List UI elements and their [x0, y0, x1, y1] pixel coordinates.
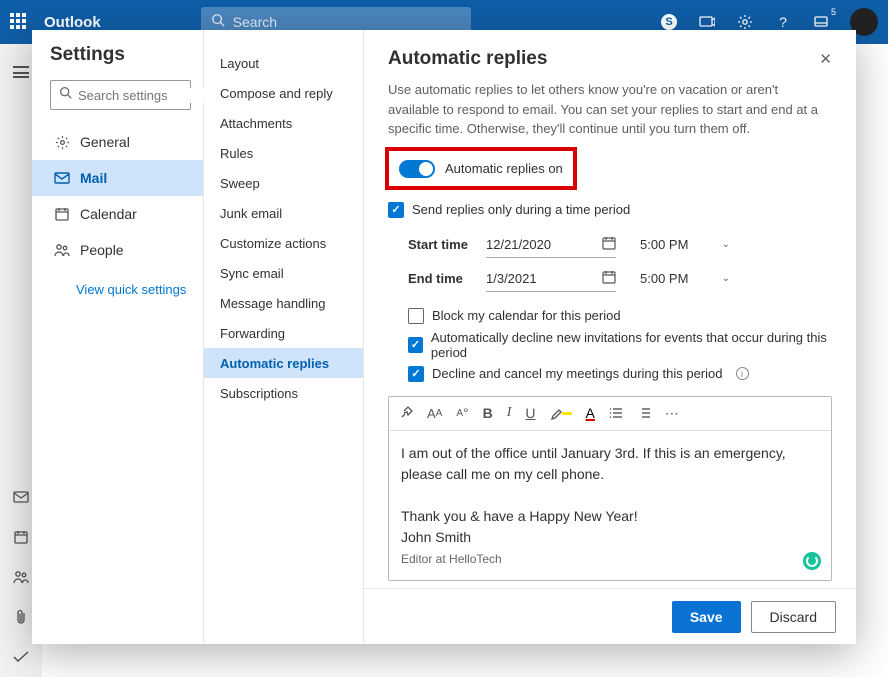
bullets-button[interactable] — [609, 407, 623, 419]
subnav-handling[interactable]: Message handling — [204, 288, 363, 318]
numbered-button[interactable] — [637, 407, 651, 419]
panel-footer: Save Discard — [364, 588, 856, 644]
editor-body[interactable]: I am out of the office until January 3rd… — [389, 431, 831, 580]
nav-mail-label: Mail — [80, 170, 107, 186]
end-date-field[interactable]: 1/3/2021 — [486, 266, 616, 292]
subnav-forwarding[interactable]: Forwarding — [204, 318, 363, 348]
settings-search[interactable] — [50, 80, 191, 110]
notifications-icon[interactable]: 5 — [812, 13, 830, 31]
message-signature: Editor at HelloTech — [401, 550, 819, 568]
message-name: John Smith — [401, 529, 471, 545]
pin-icon[interactable] — [399, 406, 413, 420]
search-icon — [59, 86, 72, 104]
nav-general-label: General — [80, 134, 130, 150]
subnav-subscriptions[interactable]: Subscriptions — [204, 378, 363, 408]
subnav-layout[interactable]: Layout — [204, 48, 363, 78]
time-period-checkbox[interactable] — [388, 202, 404, 218]
settings-nav: Settings General Mail Calendar — [32, 30, 204, 644]
start-time-label: Start time — [408, 237, 474, 252]
settings-title: Settings — [50, 44, 191, 66]
nav-people[interactable]: People — [32, 232, 203, 268]
panel-description: Use automatic replies to let others know… — [388, 80, 832, 139]
chevron-down-icon: ⌄ — [722, 273, 730, 284]
info-icon[interactable]: i — [736, 367, 749, 380]
help-icon[interactable]: ? — [774, 13, 792, 31]
font-color-button[interactable]: A — [586, 405, 595, 421]
font-larger[interactable]: A° — [456, 405, 468, 421]
message-line1: I am out of the office until January 3rd… — [401, 445, 786, 482]
auto-replies-toggle-label: Automatic replies on — [445, 161, 563, 176]
gear-icon[interactable] — [736, 13, 754, 31]
reply-editor: AA A° B I U A ⋯ — [388, 396, 832, 581]
block-calendar-checkbox[interactable] — [408, 308, 424, 324]
time-period-checkbox-row[interactable]: Send replies only during a time period — [388, 202, 832, 218]
decline-new-row[interactable]: Automatically decline new invitations fo… — [408, 330, 832, 360]
time-period-label: Send replies only during a time period — [412, 202, 630, 217]
decline-new-label: Automatically decline new invitations fo… — [431, 330, 832, 360]
time-range: Start time 12/21/2020 5:00 PM ⌄ End time — [408, 228, 832, 296]
subnav-customize[interactable]: Customize actions — [204, 228, 363, 258]
subnav-auto-replies[interactable]: Automatic replies — [204, 348, 363, 378]
font-smaller[interactable]: AA — [427, 406, 442, 421]
decline-cancel-checkbox[interactable] — [408, 366, 424, 382]
skype-icon[interactable]: S — [660, 13, 678, 31]
subnav-sweep[interactable]: Sweep — [204, 168, 363, 198]
end-date-value: 1/3/2021 — [486, 271, 537, 286]
discard-button[interactable]: Discard — [751, 601, 836, 633]
settings-subnav: Layout Compose and reply Attachments Rul… — [204, 30, 364, 644]
end-time-value: 5:00 PM — [640, 271, 688, 286]
settings-panel: Automatic replies ✕ Use automatic replie… — [364, 30, 856, 644]
settings-modal: Settings General Mail Calendar — [32, 30, 856, 644]
nav-people-label: People — [80, 242, 124, 258]
auto-replies-toggle[interactable] — [399, 160, 435, 178]
gear-icon — [54, 135, 70, 150]
more-button[interactable]: ⋯ — [665, 405, 679, 422]
nav-mail[interactable]: Mail — [32, 160, 203, 196]
subnav-junk[interactable]: Junk email — [204, 198, 363, 228]
panel-title: Automatic replies — [388, 48, 547, 70]
subnav-attachments[interactable]: Attachments — [204, 108, 363, 138]
close-button[interactable]: ✕ — [819, 50, 832, 68]
decline-new-checkbox[interactable] — [408, 337, 423, 353]
nav-calendar[interactable]: Calendar — [32, 196, 203, 232]
italic-button[interactable]: I — [507, 405, 512, 421]
grammarly-icon[interactable] — [803, 552, 821, 570]
highlight-button[interactable] — [550, 406, 572, 420]
brand-label: Outlook — [44, 14, 101, 31]
nav-calendar-label: Calendar — [80, 206, 137, 222]
mail-icon — [54, 172, 70, 184]
app-launcher-icon[interactable] — [10, 13, 28, 31]
search-icon — [211, 13, 225, 32]
chevron-down-icon: ⌄ — [722, 239, 730, 250]
message-line2: Thank you & have a Happy New Year! — [401, 508, 638, 524]
subnav-rules[interactable]: Rules — [204, 138, 363, 168]
calendar-icon — [602, 270, 616, 287]
decline-cancel-label: Decline and cancel my meetings during th… — [432, 366, 723, 381]
decline-cancel-row[interactable]: Decline and cancel my meetings during th… — [408, 366, 832, 382]
start-date-value: 12/21/2020 — [486, 237, 551, 252]
global-search-input[interactable] — [233, 14, 461, 30]
block-calendar-label: Block my calendar for this period — [432, 308, 621, 323]
editor-toolbar: AA A° B I U A ⋯ — [389, 397, 831, 431]
block-calendar-row[interactable]: Block my calendar for this period — [408, 308, 832, 324]
calendar-icon — [54, 207, 70, 221]
start-time-value: 5:00 PM — [640, 237, 688, 252]
teams-icon[interactable] — [698, 13, 716, 31]
bold-button[interactable]: B — [483, 405, 493, 421]
save-button[interactable]: Save — [672, 601, 741, 633]
notification-badge: 5 — [831, 7, 836, 17]
subnav-compose[interactable]: Compose and reply — [204, 78, 363, 108]
underline-button[interactable]: U — [525, 405, 535, 421]
calendar-icon — [602, 236, 616, 253]
nav-general[interactable]: General — [32, 124, 203, 160]
end-time-label: End time — [408, 271, 474, 286]
auto-replies-toggle-highlight: Automatic replies on — [385, 147, 577, 190]
end-time-field[interactable]: 5:00 PM ⌄ — [640, 271, 730, 286]
start-time-field[interactable]: 5:00 PM ⌄ — [640, 237, 730, 252]
start-date-field[interactable]: 12/21/2020 — [486, 232, 616, 258]
subnav-sync[interactable]: Sync email — [204, 258, 363, 288]
view-quick-settings[interactable]: View quick settings — [76, 282, 191, 297]
people-icon — [54, 243, 70, 257]
